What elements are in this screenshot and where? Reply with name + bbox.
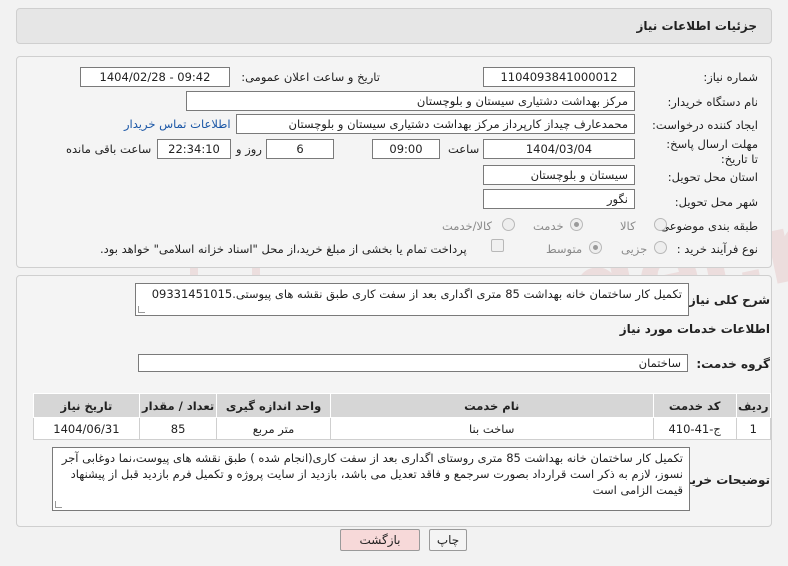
deadline-label: مهلت ارسال پاسخ: تا تاریخ: — [666, 137, 758, 166]
cell-service-code: ج-41-410 — [652, 417, 737, 440]
creator-label: ایجاد کننده درخواست: — [652, 118, 758, 132]
summary-label: شرح کلی نیاز: — [684, 293, 770, 307]
cell-need-date: 1404/06/31 — [33, 417, 140, 440]
back-button[interactable]: بازگشت — [340, 529, 420, 551]
page-title: جزئیات اطلاعات نیاز — [636, 19, 757, 33]
announce-field[interactable]: 1404/02/28 - 09:42 — [80, 67, 230, 87]
col-service-name: نام خدمت — [329, 393, 654, 418]
resize-handle-icon[interactable] — [55, 501, 62, 508]
cell-service-name: ساخت بنا — [329, 417, 654, 440]
services-table: ردیف کد خدمت نام خدمت واحد اندازه گیری ت… — [33, 393, 772, 440]
services-section-title: اطلاعات خدمات مورد نیاز — [619, 322, 770, 336]
col-need-date: تاریخ نیاز — [33, 393, 140, 418]
category-radio-goods-service[interactable] — [502, 218, 515, 231]
process-option-minor: جزیی — [621, 242, 648, 256]
category-radio-service[interactable] — [570, 218, 583, 231]
process-option-medium: متوسط — [546, 242, 583, 256]
payment-checkbox[interactable] — [491, 239, 504, 252]
summary-text: تکمیل کار ساختمان خانه بهداشت 85 متری اگ… — [151, 287, 682, 301]
process-label: نوع فرآیند خرید : — [676, 242, 758, 256]
col-row-number: ردیف — [735, 393, 772, 418]
category-option-goods: کالا — [620, 219, 636, 233]
announce-label: تاریخ و ساعت اعلان عمومی: — [241, 70, 380, 84]
deadline-date-field[interactable]: 1404/03/04 — [483, 139, 635, 159]
city-field[interactable]: نگور — [483, 189, 635, 209]
col-unit: واحد اندازه گیری — [216, 393, 331, 418]
category-label: طبقه بندی موضوعی: — [656, 219, 758, 233]
province-field[interactable]: سیستان و بلوچستان — [483, 165, 635, 185]
cell-unit: متر مربع — [216, 417, 331, 440]
cell-row-number: 1 — [735, 417, 772, 440]
need-number-label: شماره نیاز: — [703, 70, 758, 84]
resize-handle-icon[interactable] — [138, 306, 145, 313]
process-radio-minor[interactable] — [654, 241, 667, 254]
city-label: شهر محل تحویل: — [674, 195, 758, 209]
print-button[interactable]: چاپ — [429, 529, 467, 551]
col-quantity: تعداد / مقدار — [138, 393, 218, 418]
days-field[interactable]: 6 — [266, 139, 334, 159]
need-details-panel — [16, 56, 772, 268]
creator-field[interactable]: محمدعارف چیداز کارپرداز مرکز بهداشت دشتی… — [236, 114, 635, 134]
service-group-field[interactable]: ساختمان — [138, 354, 688, 372]
table-header-row: ردیف کد خدمت نام خدمت واحد اندازه گیری ت… — [33, 393, 772, 418]
remaining-time-field[interactable]: 22:34:10 — [157, 139, 231, 159]
category-option-goods-service: کالا/خدمت — [442, 219, 493, 233]
service-group-label: گروه خدمت: — [696, 357, 770, 371]
contact-buyer-link[interactable]: اطلاعات تماس خریدار — [124, 117, 231, 131]
table-row[interactable]: 1 ج-41-410 ساخت بنا متر مربع 85 1404/06/… — [33, 417, 772, 440]
col-service-code: کد خدمت — [652, 393, 737, 418]
category-radio-goods[interactable] — [654, 218, 667, 231]
buyer-notes-textarea[interactable]: تکمیل کار ساختمان خانه بهداشت 85 متری رو… — [52, 447, 690, 511]
buyer-org-label: نام دستگاه خریدار: — [667, 95, 758, 109]
buyer-org-field[interactable]: مرکز بهداشت دشتیاری سیستان و بلوچستان — [186, 91, 635, 111]
cell-quantity: 85 — [138, 417, 218, 440]
need-number-field[interactable]: 1104093841000012 — [483, 67, 635, 87]
process-radio-medium[interactable] — [589, 241, 602, 254]
category-option-service: خدمت — [533, 219, 564, 233]
deadline-time-field[interactable]: 09:00 — [372, 139, 440, 159]
remaining-label: ساعت باقی مانده — [66, 142, 152, 156]
province-label: استان محل تحویل: — [667, 170, 758, 184]
summary-textarea[interactable]: تکمیل کار ساختمان خانه بهداشت 85 متری اگ… — [135, 283, 689, 316]
payment-note: پرداخت تمام یا بخشی از مبلغ خرید،از محل … — [100, 242, 467, 256]
deadline-time-label: ساعت — [448, 142, 480, 156]
days-label: روز و — [236, 142, 262, 156]
page-header: جزئیات اطلاعات نیاز — [16, 8, 772, 44]
buyer-notes-text: تکمیل کار ساختمان خانه بهداشت 85 متری رو… — [61, 451, 683, 497]
